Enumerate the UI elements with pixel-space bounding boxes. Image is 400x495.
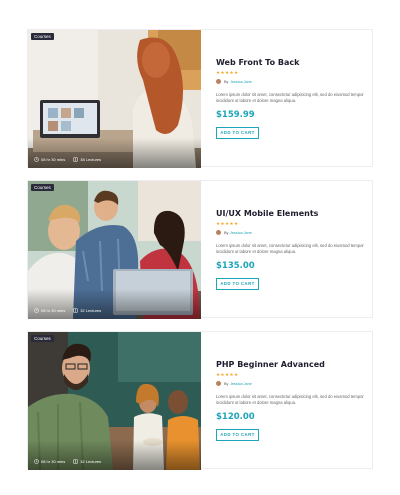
- clock-icon: [34, 308, 39, 313]
- author: By Jessica Jane: [216, 230, 372, 235]
- course-card: Courses 08 hr 30 mins 32 Lectures UI/UX …: [27, 180, 373, 319]
- star-icon: ★: [234, 372, 239, 377]
- course-title[interactable]: PHP Beginner Advanced: [216, 360, 372, 370]
- author: By Jessica Jane: [216, 79, 372, 84]
- course-thumbnail[interactable]: Courses 08 hr 30 mins 38 Lectures: [28, 30, 201, 168]
- star-icon: ★: [216, 221, 221, 226]
- author-avatar: [216, 381, 221, 386]
- star-icon: ★: [225, 221, 230, 226]
- star-icon: ★: [234, 221, 239, 226]
- author-link[interactable]: Jessica Jane: [230, 80, 252, 84]
- course-duration: 08 hr 30 mins: [41, 308, 66, 313]
- rating-stars: ★ ★ ★ ★ ★: [216, 221, 372, 226]
- course-info: PHP Beginner Advanced ★ ★ ★ ★ ★ By Jessi…: [201, 332, 372, 468]
- course-lectures: 32 Lectures: [80, 459, 102, 464]
- clock-icon: [34, 157, 39, 162]
- author-avatar: [216, 230, 221, 235]
- rating-stars: ★ ★ ★ ★ ★: [216, 70, 372, 75]
- star-icon: ★: [220, 70, 225, 75]
- star-icon: ★: [229, 221, 234, 226]
- star-icon: ★: [234, 70, 239, 75]
- course-price: $159.99: [216, 109, 255, 120]
- star-icon: ★: [225, 372, 230, 377]
- course-excerpt: Lorem ipsum dolor sit amet, consectetur …: [216, 92, 364, 104]
- course-info: Web Front To Back ★ ★ ★ ★ ★ By Jessica J…: [201, 30, 372, 166]
- rating-stars: ★ ★ ★ ★ ★: [216, 372, 372, 377]
- course-lectures: 38 Lectures: [80, 157, 102, 162]
- category-badge[interactable]: Courses: [31, 33, 54, 40]
- star-icon: ★: [225, 70, 230, 75]
- category-badge[interactable]: Courses: [31, 184, 54, 191]
- book-icon: [73, 459, 78, 464]
- course-meta: 08 hr 30 mins 32 Lectures: [34, 308, 101, 313]
- add-to-cart-button[interactable]: ADD TO CART: [216, 126, 259, 139]
- star-icon: ★: [220, 221, 225, 226]
- course-duration: 08 hr 30 mins: [41, 459, 66, 464]
- star-icon: ★: [229, 372, 234, 377]
- book-icon: [73, 157, 78, 162]
- course-title[interactable]: Web Front To Back: [216, 58, 372, 68]
- course-duration: 08 hr 30 mins: [41, 157, 66, 162]
- author-link[interactable]: Jessica Jane: [230, 231, 252, 235]
- star-icon: ★: [216, 70, 221, 75]
- course-excerpt: Lorem ipsum dolor sit amet, consectetur …: [216, 243, 364, 255]
- add-to-cart-button[interactable]: ADD TO CART: [216, 277, 259, 290]
- star-icon: ★: [216, 372, 221, 377]
- add-to-cart-button[interactable]: ADD TO CART: [216, 428, 259, 441]
- category-badge[interactable]: Courses: [31, 335, 54, 342]
- course-excerpt: Lorem ipsum dolor sit amet, consectetur …: [216, 394, 364, 406]
- course-card: Courses 08 hr 30 mins 32 Lectures PHP Be…: [27, 331, 373, 470]
- course-title[interactable]: UI/UX Mobile Elements: [216, 209, 372, 219]
- book-icon: [73, 308, 78, 313]
- author-avatar: [216, 79, 221, 84]
- clock-icon: [34, 459, 39, 464]
- star-icon: ★: [220, 372, 225, 377]
- course-price: $120.00: [216, 411, 255, 422]
- course-thumbnail[interactable]: Courses 08 hr 30 mins 32 Lectures: [28, 332, 201, 470]
- course-lectures: 32 Lectures: [80, 308, 102, 313]
- course-price: $135.00: [216, 260, 255, 271]
- star-icon: ★: [229, 70, 234, 75]
- course-list: Courses 08 hr 30 mins 38 Lectures Web Fr…: [0, 0, 400, 495]
- course-card: Courses 08 hr 30 mins 38 Lectures Web Fr…: [27, 29, 373, 168]
- course-thumbnail[interactable]: Courses 08 hr 30 mins 32 Lectures: [28, 181, 201, 319]
- author: By Jessica Jane: [216, 381, 372, 386]
- author-link[interactable]: Jessica Jane: [230, 382, 252, 386]
- course-meta: 08 hr 30 mins 38 Lectures: [34, 157, 101, 162]
- course-meta: 08 hr 30 mins 32 Lectures: [34, 459, 101, 464]
- course-info: UI/UX Mobile Elements ★ ★ ★ ★ ★ By Jessi…: [201, 181, 372, 317]
